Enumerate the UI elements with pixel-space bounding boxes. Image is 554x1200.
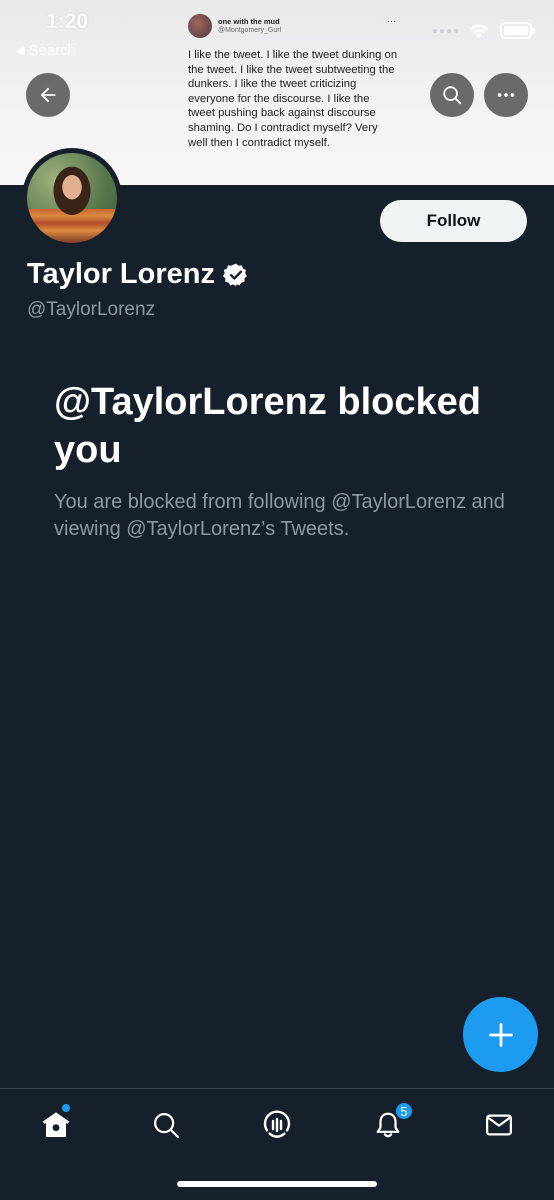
status-time: 1:20 [46,10,89,33]
compose-tweet-button[interactable] [463,997,538,1072]
banner-tweet-image: one with the mud @Montgomery_Gurl ··· I … [188,14,398,150]
status-back-label: Search [28,42,76,59]
tab-messages[interactable] [475,1101,523,1149]
display-name-text: Taylor Lorenz [27,258,215,290]
ellipsis-icon [497,93,515,97]
blocked-description: You are blocked from following @TaylorLo… [54,491,505,540]
mail-icon [486,1114,512,1136]
banner-tweet-text: I like the tweet. I like the tweet dunki… [188,49,398,149]
tab-spaces[interactable] [253,1101,301,1149]
wifi-icon [469,24,489,38]
avatar-photo [27,153,117,243]
banner-tweet-author-handle: @Montgomery_Gurl [218,27,282,34]
tab-notifications[interactable]: 5 [364,1101,414,1149]
cellular-signal-icon [433,28,458,33]
profile-username: @TaylorLorenz [27,299,156,320]
status-indicators [433,22,535,39]
plus-icon [488,1022,513,1047]
battery-icon [500,22,535,39]
home-indicator[interactable] [177,1181,377,1187]
status-back-to-search[interactable]: ◀ Search [16,42,76,59]
back-button[interactable] [26,73,70,117]
search-icon [154,1113,179,1138]
blocked-title: @TaylorLorenz blocked you [54,381,481,471]
home-icon [42,1112,70,1137]
tab-home[interactable] [32,1101,80,1149]
profile-avatar[interactable] [22,148,122,248]
banner-tweet-avatar [188,14,212,38]
back-triangle-icon: ◀ [16,45,25,57]
banner-tweet-author-name: one with the mud [218,17,280,26]
follow-button[interactable]: Follow [380,200,527,242]
search-profile-button[interactable] [430,73,474,117]
verified-badge-icon [223,263,247,286]
banner-tweet-header: one with the mud @Montgomery_Gurl [188,14,398,38]
notifications-badge: 5 [394,1101,414,1121]
arrow-left-icon [40,87,56,103]
more-options-button[interactable] [484,73,528,117]
home-new-indicator [62,1104,70,1112]
spaces-icon [263,1110,291,1138]
search-icon [443,86,462,105]
profile-name: Taylor Lorenz [27,258,249,291]
tab-search[interactable] [142,1101,190,1149]
banner-tweet-more-icon: ··· [387,16,396,26]
